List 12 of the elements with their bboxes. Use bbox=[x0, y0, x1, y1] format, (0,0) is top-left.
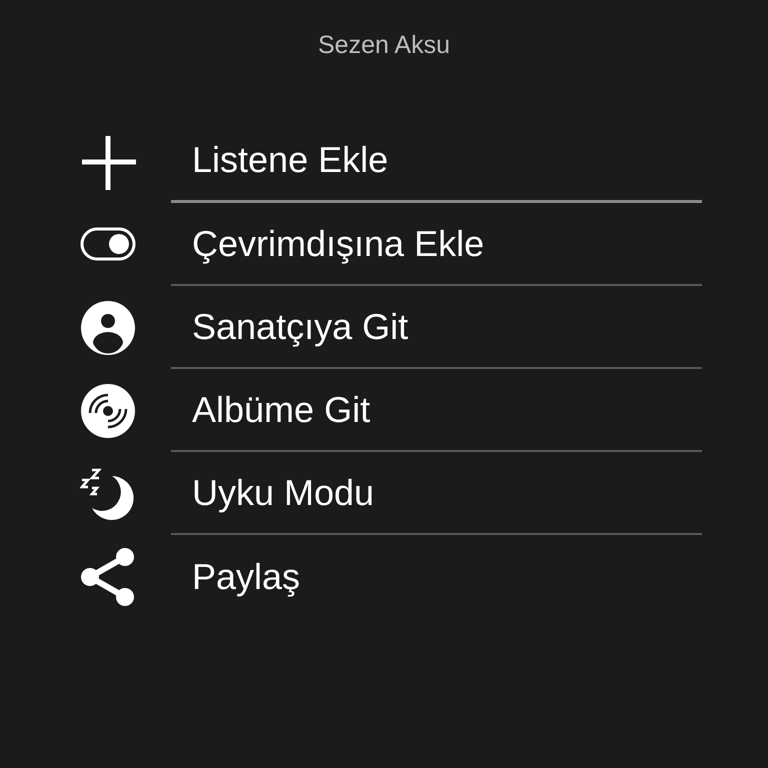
disc-icon bbox=[80, 382, 136, 438]
share-icon bbox=[80, 546, 136, 606]
menu-item[interactable]: Uyku Modu bbox=[171, 452, 702, 535]
artist-title: Sezen Aksu bbox=[318, 30, 450, 60]
menu-item[interactable]: Çevrimdışına Ekle bbox=[171, 203, 702, 286]
person-icon bbox=[80, 300, 136, 356]
menu-item[interactable]: Albüme Git bbox=[171, 369, 702, 452]
toggle-icon bbox=[80, 226, 136, 262]
plus-icon bbox=[80, 134, 136, 190]
menu-item[interactable]: Listene Ekle bbox=[171, 120, 702, 203]
menu-item[interactable]: Sanatçıya Git bbox=[171, 286, 702, 369]
menu-item[interactable]: Paylaş bbox=[171, 535, 702, 618]
